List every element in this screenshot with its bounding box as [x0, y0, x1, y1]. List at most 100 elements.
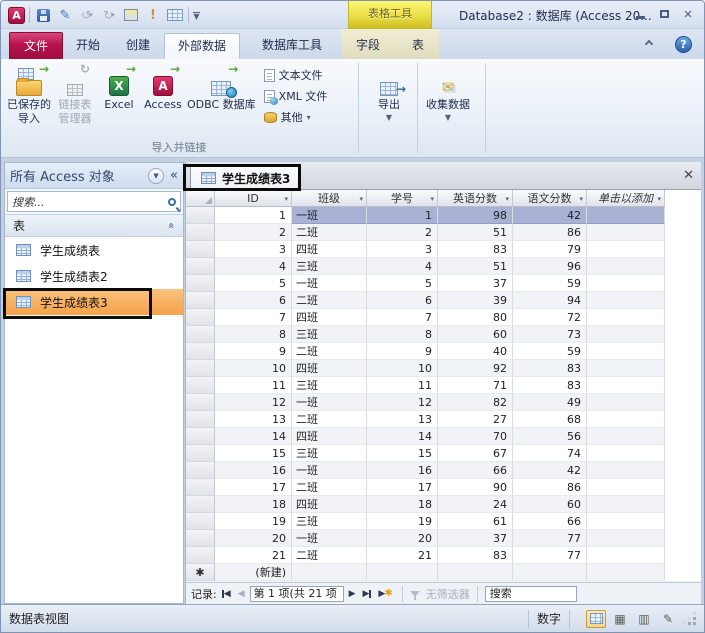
- table-cell[interactable]: 16: [367, 462, 438, 479]
- table-cell[interactable]: 四班: [292, 428, 367, 445]
- column-header-1[interactable]: 班级 ▾: [292, 190, 367, 207]
- table-cell[interactable]: 83: [513, 360, 587, 377]
- table-cell[interactable]: [587, 224, 665, 241]
- tab-external-data[interactable]: 外部数据: [164, 33, 241, 59]
- table-cell[interactable]: 19: [367, 513, 438, 530]
- row-selector[interactable]: [186, 411, 215, 428]
- tab-database-tools[interactable]: 数据库工具: [249, 33, 335, 59]
- pivottable-view-icon[interactable]: ▦: [610, 610, 630, 628]
- column-header-2[interactable]: 学号 ▾: [367, 190, 438, 207]
- table-cell[interactable]: 二班: [292, 411, 367, 428]
- nav-menu-icon[interactable]: ▼: [148, 167, 165, 184]
- table-cell[interactable]: 74: [513, 445, 587, 462]
- row-selector[interactable]: [186, 309, 215, 326]
- table-cell[interactable]: 37: [438, 275, 513, 292]
- row-selector[interactable]: [186, 445, 215, 462]
- table-cell[interactable]: 4: [367, 258, 438, 275]
- table-cell[interactable]: 90: [438, 479, 513, 496]
- table-cell[interactable]: [587, 513, 665, 530]
- table-cell[interactable]: 二班: [292, 547, 367, 564]
- tab-table[interactable]: 表: [399, 33, 437, 59]
- row-selector[interactable]: [186, 479, 215, 496]
- previous-record-icon[interactable]: ◀: [236, 589, 247, 599]
- chevron-down-icon[interactable]: ▾: [284, 195, 288, 203]
- collapse-ribbon-icon[interactable]: [644, 39, 654, 49]
- table-cell[interactable]: 6: [367, 292, 438, 309]
- table-cell[interactable]: 17: [215, 479, 292, 496]
- table-cell[interactable]: 三班: [292, 377, 367, 394]
- table-cell[interactable]: 19: [215, 513, 292, 530]
- table-cell[interactable]: 18: [215, 496, 292, 513]
- first-record-icon[interactable]: ◀: [220, 589, 233, 599]
- table-cell[interactable]: [587, 547, 665, 564]
- row-selector[interactable]: [186, 428, 215, 445]
- table-cell[interactable]: [587, 445, 665, 462]
- table-cell[interactable]: 86: [513, 479, 587, 496]
- help-icon[interactable]: ?: [675, 36, 692, 53]
- import-access-button[interactable]: A → Access: [141, 62, 185, 115]
- table-cell[interactable]: 三班: [292, 326, 367, 343]
- import-excel-button[interactable]: X → Excel: [97, 62, 141, 115]
- record-search-input[interactable]: 搜索: [484, 585, 577, 602]
- table-cell[interactable]: 11: [215, 377, 292, 394]
- table-cell[interactable]: 一班: [292, 462, 367, 479]
- table-cell[interactable]: 86: [513, 224, 587, 241]
- export-button[interactable]: → 导出 ▼: [367, 63, 411, 125]
- table-cell[interactable]: 71: [438, 377, 513, 394]
- table-cell[interactable]: 83: [438, 241, 513, 258]
- table-cell[interactable]: [587, 343, 665, 360]
- table-cell[interactable]: 9: [367, 343, 438, 360]
- access-app-icon[interactable]: A: [8, 6, 25, 24]
- import-text-file-button[interactable]: 文本文件: [263, 66, 328, 84]
- new-record-icon[interactable]: ▶ ✱: [376, 588, 394, 599]
- table-cell[interactable]: [513, 564, 587, 581]
- import-odbc-button[interactable]: → ODBC 数据库: [185, 62, 258, 115]
- collapse-section-icon[interactable]: «: [165, 222, 178, 229]
- chevron-down-icon[interactable]: ▾: [359, 195, 363, 203]
- table-cell[interactable]: 三班: [292, 445, 367, 462]
- table-cell[interactable]: 60: [438, 326, 513, 343]
- saved-imports-button[interactable]: → 已保存的 导入: [5, 62, 53, 129]
- customize-qat-icon[interactable]: ▼: [193, 11, 200, 20]
- table-cell[interactable]: [587, 360, 665, 377]
- table-cell[interactable]: 二班: [292, 479, 367, 496]
- row-selector[interactable]: [186, 275, 215, 292]
- table-cell[interactable]: 一班: [292, 275, 367, 292]
- table-cell[interactable]: [587, 241, 665, 258]
- collect-data-button[interactable]: ✉ 收集数据 ▼: [424, 63, 472, 125]
- restore-button[interactable]: [656, 7, 672, 21]
- nav-section-tables[interactable]: 表 «: [5, 215, 183, 237]
- pivotchart-view-icon[interactable]: ▥: [634, 610, 654, 628]
- table-cell[interactable]: 77: [513, 547, 587, 564]
- next-record-icon[interactable]: ▶: [347, 589, 358, 599]
- row-selector[interactable]: [186, 326, 215, 343]
- table-cell[interactable]: 37: [438, 530, 513, 547]
- row-selector[interactable]: [186, 258, 215, 275]
- row-selector[interactable]: ✱: [186, 564, 215, 581]
- nav-pane-header[interactable]: 所有 Access 对象 ▼ «: [5, 163, 183, 189]
- table-cell[interactable]: 39: [438, 292, 513, 309]
- table-view-icon[interactable]: [166, 6, 184, 24]
- table-cell[interactable]: 15: [367, 445, 438, 462]
- table-cell[interactable]: 68: [513, 411, 587, 428]
- table-cell[interactable]: [587, 309, 665, 326]
- close-document-icon[interactable]: ✕: [683, 168, 694, 183]
- table-cell[interactable]: 5: [367, 275, 438, 292]
- column-header-4[interactable]: 语文分数 ▾: [513, 190, 587, 207]
- table-cell[interactable]: 6: [215, 292, 292, 309]
- table-cell[interactable]: 四班: [292, 241, 367, 258]
- table-cell[interactable]: [587, 207, 665, 224]
- row-selector[interactable]: [186, 394, 215, 411]
- table-cell[interactable]: 21: [215, 547, 292, 564]
- import-other-button[interactable]: 其他 ▾: [263, 108, 328, 126]
- tab-home[interactable]: 开始: [63, 33, 113, 59]
- run-icon[interactable]: !: [144, 6, 162, 24]
- table-cell[interactable]: [587, 428, 665, 445]
- table-cell[interactable]: 67: [438, 445, 513, 462]
- row-selector[interactable]: [186, 462, 215, 479]
- table-cell[interactable]: 16: [215, 462, 292, 479]
- table-cell[interactable]: 83: [438, 547, 513, 564]
- table-cell[interactable]: 80: [438, 309, 513, 326]
- row-selector[interactable]: [186, 207, 215, 224]
- chevron-down-icon[interactable]: ▾: [505, 195, 509, 203]
